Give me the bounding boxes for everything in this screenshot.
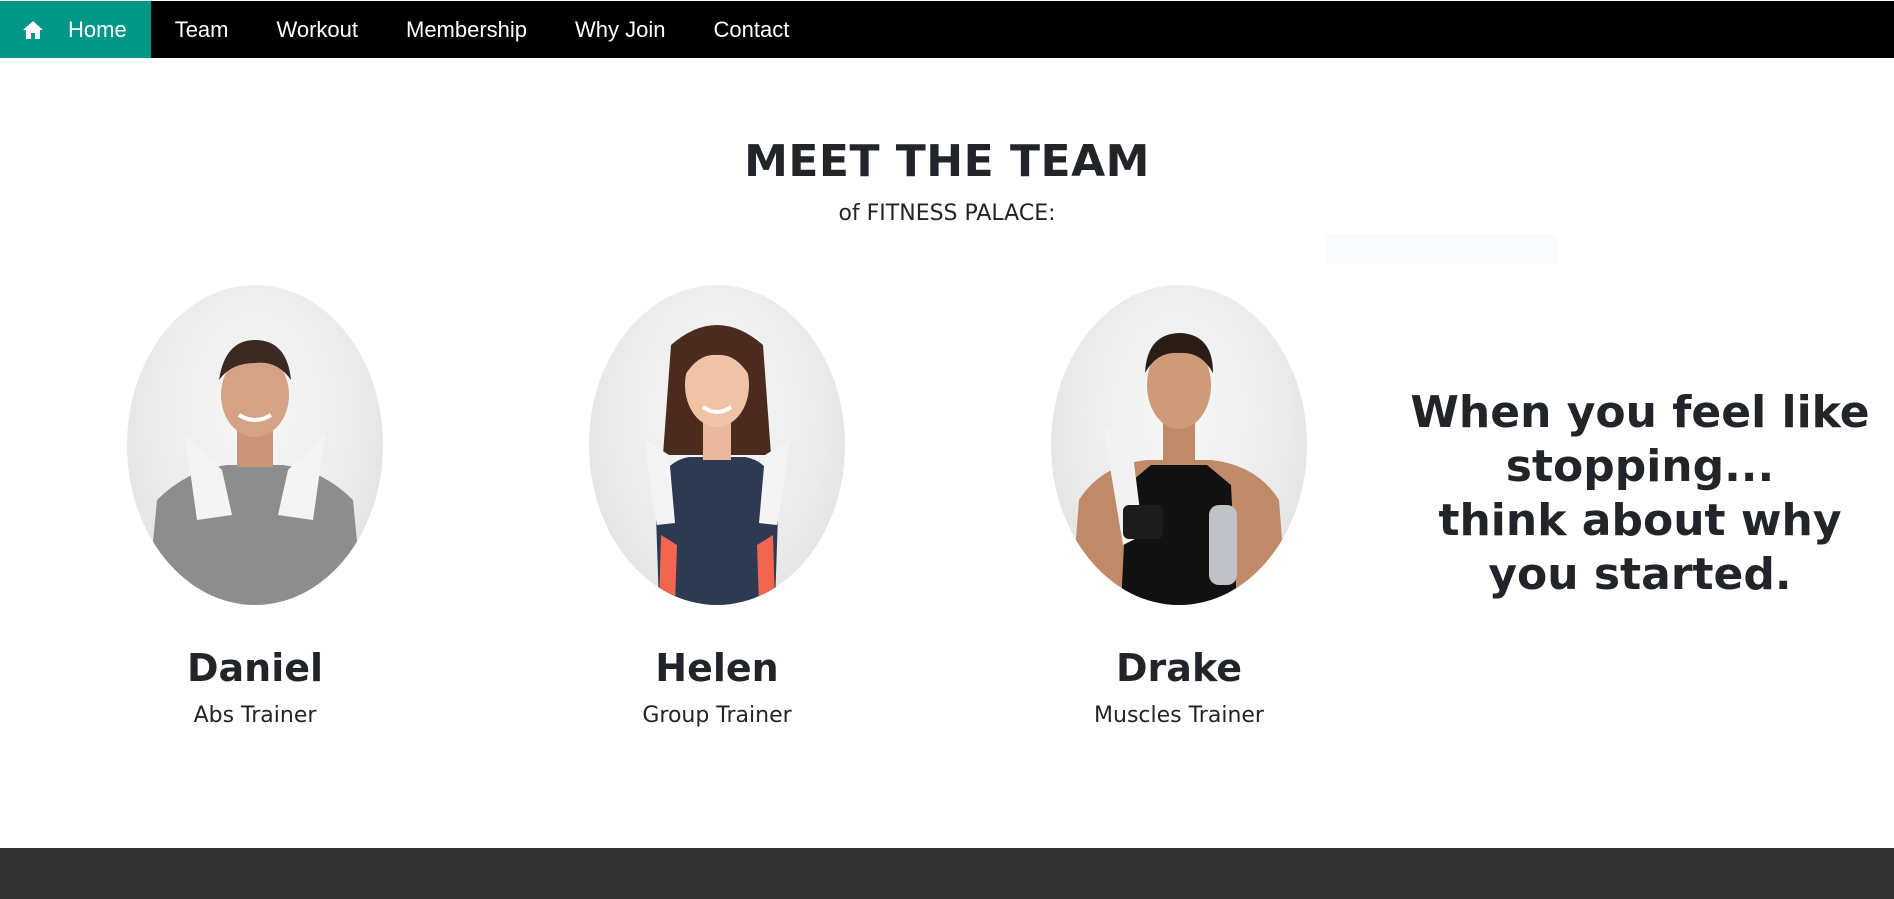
nav-why-join[interactable]: Why Join <box>551 1 689 58</box>
team-member-card: Helen Group Trainer <box>567 285 867 731</box>
trainer-photo <box>645 325 789 605</box>
home-icon <box>22 20 44 40</box>
team-section-subtitle: of FITNESS PALACE: <box>838 201 1056 226</box>
team-section-title: MEET THE TEAM <box>744 136 1150 187</box>
nav-workout-label: Workout <box>276 16 358 42</box>
team-member-card: Drake Muscles Trainer <box>1029 285 1329 731</box>
avatar <box>1051 285 1307 605</box>
nav-membership-label: Membership <box>406 16 528 42</box>
trainer-photo <box>147 340 363 605</box>
avatar <box>589 285 845 605</box>
nav-team-label: Team <box>174 16 229 42</box>
nav-why-join-label: Why Join <box>575 16 666 42</box>
trainer-photo <box>1071 333 1287 605</box>
page-footer <box>0 848 1894 899</box>
member-name: Helen <box>655 646 779 690</box>
member-role: Group Trainer <box>642 703 792 728</box>
nav-workout[interactable]: Workout <box>252 1 382 58</box>
faded-overlay <box>1325 234 1558 264</box>
nav-contact-label: Contact <box>713 16 790 42</box>
nav-team[interactable]: Team <box>151 1 253 58</box>
member-role: Muscles Trainer <box>1094 703 1264 728</box>
team-member-card: Daniel Abs Trainer <box>105 285 405 731</box>
member-role: Abs Trainer <box>193 703 317 728</box>
nav-home[interactable]: Home <box>0 1 151 58</box>
top-navbar: Home Team Workout Membership Why Join Co… <box>0 1 1894 58</box>
nav-contact[interactable]: Contact <box>690 1 814 58</box>
motivational-quote: When you feel like stopping... think abo… <box>1405 386 1875 602</box>
quote-line-1: When you feel like stopping... <box>1410 387 1870 492</box>
member-name: Drake <box>1116 646 1242 690</box>
quote-line-2: think about why you started. <box>1438 495 1842 600</box>
member-name: Daniel <box>186 646 324 690</box>
avatar <box>127 285 383 605</box>
nav-membership[interactable]: Membership <box>382 1 551 58</box>
nav-home-label: Home <box>68 16 127 42</box>
